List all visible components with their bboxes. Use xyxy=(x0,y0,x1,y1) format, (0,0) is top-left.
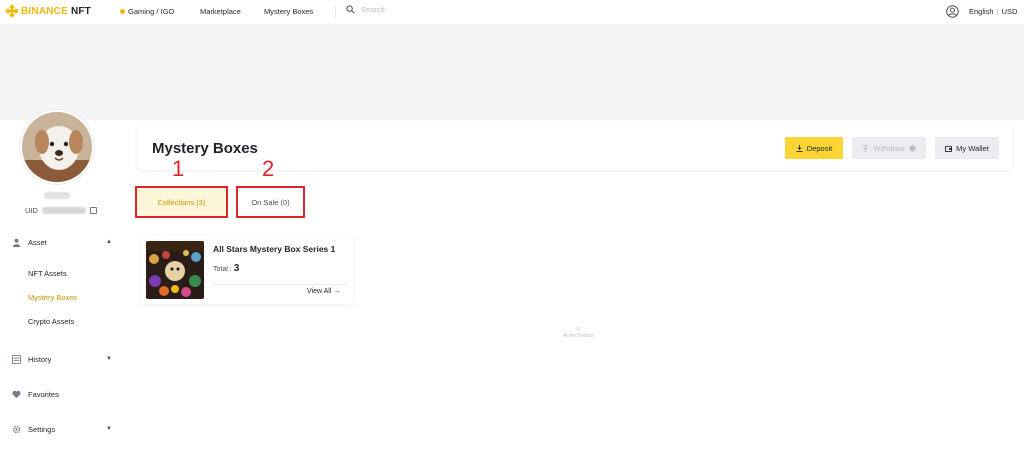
caret-down-icon[interactable]: ▼ xyxy=(106,426,112,432)
mystery-box-thumbnail xyxy=(146,241,204,299)
person-icon xyxy=(12,238,21,247)
tab-on-sale[interactable]: On Sale (0) xyxy=(236,186,305,218)
nav-marketplace[interactable]: Marketplace xyxy=(200,7,241,16)
user-account-icon[interactable] xyxy=(946,5,959,18)
avatar[interactable] xyxy=(20,110,94,184)
caret-up-icon[interactable]: ▲ xyxy=(106,239,112,245)
sidebar-history-label: History xyxy=(28,355,52,364)
gaming-dot-icon xyxy=(120,9,125,14)
deposit-label: Deposit xyxy=(806,143,833,153)
end-of-list-marker: ≡ At the Bottom xyxy=(548,327,608,339)
sidebar-item-settings[interactable]: Settings xyxy=(12,425,55,434)
collection-card[interactable]: All Stars Mystery Box Series 1 Total : 3… xyxy=(141,236,353,304)
heart-icon xyxy=(12,390,21,399)
card-divider xyxy=(213,284,347,285)
info-icon xyxy=(909,144,916,152)
view-all-link[interactable]: View All → xyxy=(307,288,340,295)
list-end-text: At the Bottom xyxy=(562,333,594,339)
copy-icon[interactable] xyxy=(89,207,97,214)
profile-banner xyxy=(0,24,1024,120)
sidebar-asset-label: Asset xyxy=(28,238,47,247)
logo-text: BINANCE NFT xyxy=(21,5,91,17)
uid-label: UID xyxy=(25,206,38,215)
sidebar-settings-label: Settings xyxy=(28,425,56,434)
wallet-label: My Wallet xyxy=(956,143,989,153)
collection-total: Total : 3 xyxy=(213,263,239,274)
nav-gaming-label: Gaming / IGO xyxy=(128,7,175,16)
search-placeholder: Search xyxy=(361,5,385,14)
tab-collections[interactable]: Collections (3) xyxy=(135,186,228,218)
total-count: 3 xyxy=(233,263,240,274)
sidebar-item-asset[interactable]: Asset xyxy=(12,238,47,247)
top-nav-bar: BINANCE NFT Gaming / IGO Marketplace Mys… xyxy=(0,0,1024,24)
sidebar-item-history[interactable]: History xyxy=(12,355,51,364)
currency-label: USD xyxy=(1001,7,1018,16)
upload-icon xyxy=(862,144,869,152)
sidebar-favorites-label: Favorites xyxy=(28,390,59,399)
binance-logo-icon xyxy=(5,4,19,18)
sidebar-item-crypto-assets[interactable]: Crypto Assets xyxy=(28,317,74,326)
search-box[interactable]: Search xyxy=(346,5,385,14)
language-currency-switch[interactable]: English | USD xyxy=(969,7,1017,16)
user-uid: UID xyxy=(25,206,97,215)
deposit-button[interactable]: Deposit xyxy=(785,137,843,159)
annotation-number-2: 2 xyxy=(262,156,275,181)
wallet-icon xyxy=(945,145,953,152)
total-label: Total : xyxy=(213,266,232,273)
annotation-number-1: 1 xyxy=(172,156,185,181)
download-icon xyxy=(796,144,803,152)
language-label: English xyxy=(969,7,994,16)
binance-nft-logo[interactable]: BINANCE NFT xyxy=(5,4,91,18)
sidebar-item-nft-assets[interactable]: NFT Assets xyxy=(28,269,67,278)
sidebar-item-favorites[interactable]: Favorites xyxy=(12,390,59,399)
gear-icon xyxy=(12,425,21,434)
withdraw-button[interactable]: Withdraw xyxy=(852,137,926,159)
page-title: Mystery Boxes xyxy=(152,140,258,157)
withdraw-label: Withdraw xyxy=(873,143,905,153)
uid-value-redacted xyxy=(41,207,86,214)
nav-divider xyxy=(335,6,336,18)
my-wallet-button[interactable]: My Wallet xyxy=(935,137,999,159)
collection-title: All Stars Mystery Box Series 1 xyxy=(213,244,336,254)
nickname-redacted xyxy=(44,192,70,199)
nav-mystery-boxes[interactable]: Mystery Boxes xyxy=(264,7,313,16)
caret-down-icon[interactable]: ▼ xyxy=(106,356,112,362)
dog-avatar-image xyxy=(22,112,92,182)
sidebar-item-mystery-boxes[interactable]: Mystery Boxes xyxy=(28,293,77,302)
search-icon xyxy=(346,5,355,14)
history-icon xyxy=(12,355,21,364)
nav-gaming-igo[interactable]: Gaming / IGO xyxy=(120,7,174,16)
